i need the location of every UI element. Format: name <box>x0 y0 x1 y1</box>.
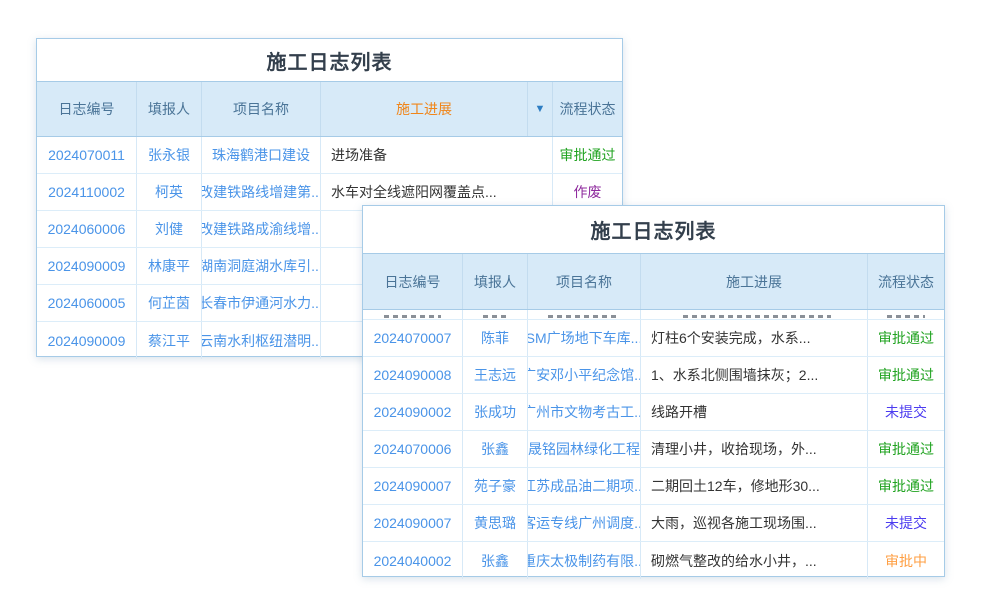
progress-cell: 灯柱6个安装完成，水系... <box>641 320 868 356</box>
clipped-cell <box>868 310 944 319</box>
table-row: 2024070006 张鑫 晟铭园林绿化工程 清理小井，收拾现场，外... 审批… <box>363 431 944 468</box>
status-badge: 审批通过 <box>868 468 944 504</box>
project-cell[interactable]: 云南水利枢纽潜明... <box>202 322 321 359</box>
reporter-cell[interactable]: 苑子豪 <box>463 468 528 504</box>
log-no-cell[interactable]: 2024090007 <box>363 505 463 541</box>
clipped-scrolled-row <box>363 310 944 320</box>
project-cell[interactable]: SM广场地下车库... <box>528 320 641 356</box>
reporter-cell[interactable]: 张永银 <box>137 137 202 173</box>
progress-cell: 砌燃气整改的给水小井，... <box>641 542 868 579</box>
log-no-cell[interactable]: 2024060005 <box>37 285 137 321</box>
clipped-cell <box>363 310 463 319</box>
log-no-cell[interactable]: 2024060006 <box>37 211 137 247</box>
project-cell[interactable]: 广安邓小平纪念馆... <box>528 357 641 393</box>
reporter-cell[interactable]: 刘健 <box>137 211 202 247</box>
column-header-status: 流程状态 <box>553 82 622 136</box>
status-badge: 未提交 <box>868 394 944 430</box>
project-cell[interactable]: 广州市文物考古工... <box>528 394 641 430</box>
log-no-cell[interactable]: 2024110002 <box>37 174 137 210</box>
status-badge: 审批通过 <box>553 137 622 173</box>
progress-cell: 线路开槽 <box>641 394 868 430</box>
reporter-cell[interactable]: 张鑫 <box>463 542 528 579</box>
status-badge: 审批中 <box>868 542 944 579</box>
column-header-project: 项目名称 <box>528 254 641 309</box>
project-cell[interactable]: 改建铁路线增建第... <box>202 174 321 210</box>
project-cell[interactable]: 晟铭园林绿化工程 <box>528 431 641 467</box>
reporter-cell[interactable]: 陈菲 <box>463 320 528 356</box>
table-row: 2024090002 张成功 广州市文物考古工... 线路开槽 未提交 <box>363 394 944 431</box>
progress-cell: 进场准备 <box>321 137 553 173</box>
reporter-cell[interactable]: 何芷茵 <box>137 285 202 321</box>
table-row: 2024090007 苑子豪 江苏成品油二期项... 二期回土12车，修地形30… <box>363 468 944 505</box>
log-no-cell[interactable]: 2024090009 <box>37 248 137 284</box>
column-header-log-no: 日志编号 <box>37 82 137 136</box>
progress-cell: 1、水系北侧围墙抹灰；2... <box>641 357 868 393</box>
status-badge: 审批通过 <box>868 357 944 393</box>
reporter-cell[interactable]: 蔡江平 <box>137 322 202 359</box>
log-no-cell[interactable]: 2024090007 <box>363 468 463 504</box>
log-no-cell[interactable]: 2024070011 <box>37 137 137 173</box>
status-badge: 审批通过 <box>868 320 944 356</box>
reporter-cell[interactable]: 张鑫 <box>463 431 528 467</box>
log-no-cell[interactable]: 2024090002 <box>363 394 463 430</box>
table-row: 2024070011 张永银 珠海鹤港口建设 进场准备 审批通过 <box>37 137 622 174</box>
clipped-cell <box>528 310 641 319</box>
table-row: 2024070007 陈菲 SM广场地下车库... 灯柱6个安装完成，水系...… <box>363 320 944 357</box>
status-badge: 审批通过 <box>868 431 944 467</box>
project-cell[interactable]: 珠海鹤港口建设 <box>202 137 321 173</box>
table-header: 日志编号 填报人 项目名称 施工进展 流程状态 <box>363 254 944 310</box>
log-list-card-front: 施工日志列表 日志编号 填报人 项目名称 施工进展 流程状态 202407000… <box>362 205 945 577</box>
project-cell[interactable]: 湖南洞庭湖水库引... <box>202 248 321 284</box>
clipped-cell <box>463 310 528 319</box>
page-title: 施工日志列表 <box>363 206 944 254</box>
column-header-progress[interactable]: 施工进展 <box>321 82 528 136</box>
log-no-cell[interactable]: 2024070006 <box>363 431 463 467</box>
column-header-reporter: 填报人 <box>137 82 202 136</box>
reporter-cell[interactable]: 林康平 <box>137 248 202 284</box>
progress-cell: 大雨，巡视各施工现场围... <box>641 505 868 541</box>
project-cell[interactable]: 客运专线广州调度... <box>528 505 641 541</box>
column-header-project: 项目名称 <box>202 82 321 136</box>
page-title: 施工日志列表 <box>37 39 622 82</box>
progress-cell: 清理小井，收拾现场，外... <box>641 431 868 467</box>
log-no-cell[interactable]: 2024090008 <box>363 357 463 393</box>
project-cell[interactable]: 重庆太极制药有限... <box>528 542 641 579</box>
log-no-cell[interactable]: 2024040002 <box>363 542 463 579</box>
log-no-cell[interactable]: 2024090009 <box>37 322 137 359</box>
column-header-status: 流程状态 <box>868 254 944 309</box>
column-header-progress: 施工进展 <box>641 254 868 309</box>
table-body: 2024070007 陈菲 SM广场地下车库... 灯柱6个安装完成，水系...… <box>363 310 944 579</box>
column-header-reporter: 填报人 <box>463 254 528 309</box>
progress-cell: 二期回土12车，修地形30... <box>641 468 868 504</box>
project-cell[interactable]: 长春市伊通河水力... <box>202 285 321 321</box>
reporter-cell[interactable]: 柯英 <box>137 174 202 210</box>
clipped-cell <box>641 310 868 319</box>
page: 施工日志列表 日志编号 填报人 项目名称 施工进展 ▼ 流程状态 2024070… <box>0 0 1000 600</box>
reporter-cell[interactable]: 黄思璐 <box>463 505 528 541</box>
project-cell[interactable]: 改建铁路成渝线增... <box>202 211 321 247</box>
column-header-log-no: 日志编号 <box>363 254 463 309</box>
table-row: 2024090008 王志远 广安邓小平纪念馆... 1、水系北侧围墙抹灰；2.… <box>363 357 944 394</box>
table-row: 2024040002 张鑫 重庆太极制药有限... 砌燃气整改的给水小井，...… <box>363 542 944 579</box>
progress-filter-dropdown-icon[interactable]: ▼ <box>528 82 553 136</box>
log-no-cell[interactable]: 2024070007 <box>363 320 463 356</box>
reporter-cell[interactable]: 王志远 <box>463 357 528 393</box>
project-cell[interactable]: 江苏成品油二期项... <box>528 468 641 504</box>
status-badge: 未提交 <box>868 505 944 541</box>
reporter-cell[interactable]: 张成功 <box>463 394 528 430</box>
table-row: 2024090007 黄思璐 客运专线广州调度... 大雨，巡视各施工现场围..… <box>363 505 944 542</box>
table-header: 日志编号 填报人 项目名称 施工进展 ▼ 流程状态 <box>37 82 622 137</box>
